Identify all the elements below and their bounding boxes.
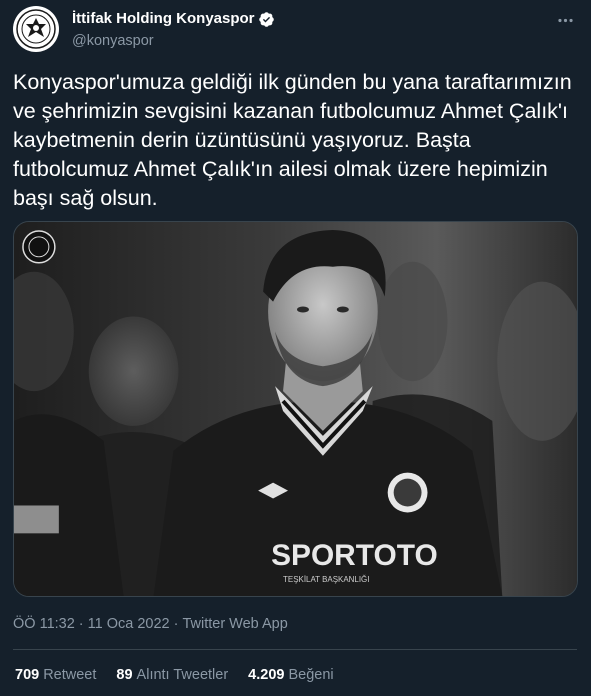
display-name[interactable]: İttifak Holding Konyaspor bbox=[72, 9, 255, 29]
jersey-subtext: TEŞKİLAT BAŞKANLIĞI bbox=[283, 575, 369, 584]
retweets-label: Retweet bbox=[43, 667, 97, 683]
quote-tweets-count: 89 bbox=[116, 667, 133, 683]
avatar[interactable] bbox=[13, 6, 59, 52]
more-options-button[interactable] bbox=[553, 8, 577, 32]
likes-label: Beğeni bbox=[288, 667, 334, 683]
tweet-container: İttifak Holding Konyaspor @konyaspor Kon… bbox=[0, 0, 591, 696]
tweet-header: İttifak Holding Konyaspor @konyaspor bbox=[13, 6, 577, 54]
tweet-date[interactable]: 11 Oca 2022 bbox=[88, 616, 170, 632]
verified-badge-icon bbox=[258, 11, 274, 27]
account-handle[interactable]: @konyaspor bbox=[72, 31, 275, 51]
tweet-source[interactable]: Twitter Web App bbox=[182, 616, 287, 632]
jersey-brand-text: SPORTOTO bbox=[271, 539, 438, 572]
account-names: İttifak Holding Konyaspor @konyaspor bbox=[72, 9, 275, 51]
display-name-row[interactable]: İttifak Holding Konyaspor bbox=[72, 9, 275, 29]
likes-stat[interactable]: 4.209 Beğeni bbox=[248, 665, 333, 685]
konyaspor-crest-icon bbox=[16, 9, 56, 49]
retweets-stat[interactable]: 709 Retweet bbox=[15, 665, 96, 685]
quote-tweets-stat[interactable]: 89 Alıntı Tweetler bbox=[116, 665, 228, 685]
tweet-text: Konyaspor'umuza geldiği ilk günden bu ya… bbox=[13, 70, 572, 210]
tweet-meta: ÖÖ 11:32 · 11 Oca 2022 · Twitter Web App bbox=[13, 614, 288, 634]
tweet-photo[interactable]: SPORTOTO TEŞKİLAT BAŞKANLIĞI bbox=[13, 221, 578, 597]
divider bbox=[13, 649, 577, 650]
meta-separator: · bbox=[78, 616, 84, 632]
tweet-time[interactable]: ÖÖ 11:32 bbox=[13, 616, 75, 632]
likes-count: 4.209 bbox=[248, 667, 285, 683]
tweet-stats: 709 Retweet 89 Alıntı Tweetler 4.209 Beğ… bbox=[15, 665, 354, 685]
player-photo-image: SPORTOTO TEŞKİLAT BAŞKANLIĞI bbox=[14, 222, 577, 596]
meta-separator: · bbox=[173, 616, 179, 632]
quote-tweets-label: Alıntı Tweetler bbox=[136, 667, 229, 683]
retweets-count: 709 bbox=[15, 667, 40, 683]
more-icon bbox=[557, 18, 573, 22]
